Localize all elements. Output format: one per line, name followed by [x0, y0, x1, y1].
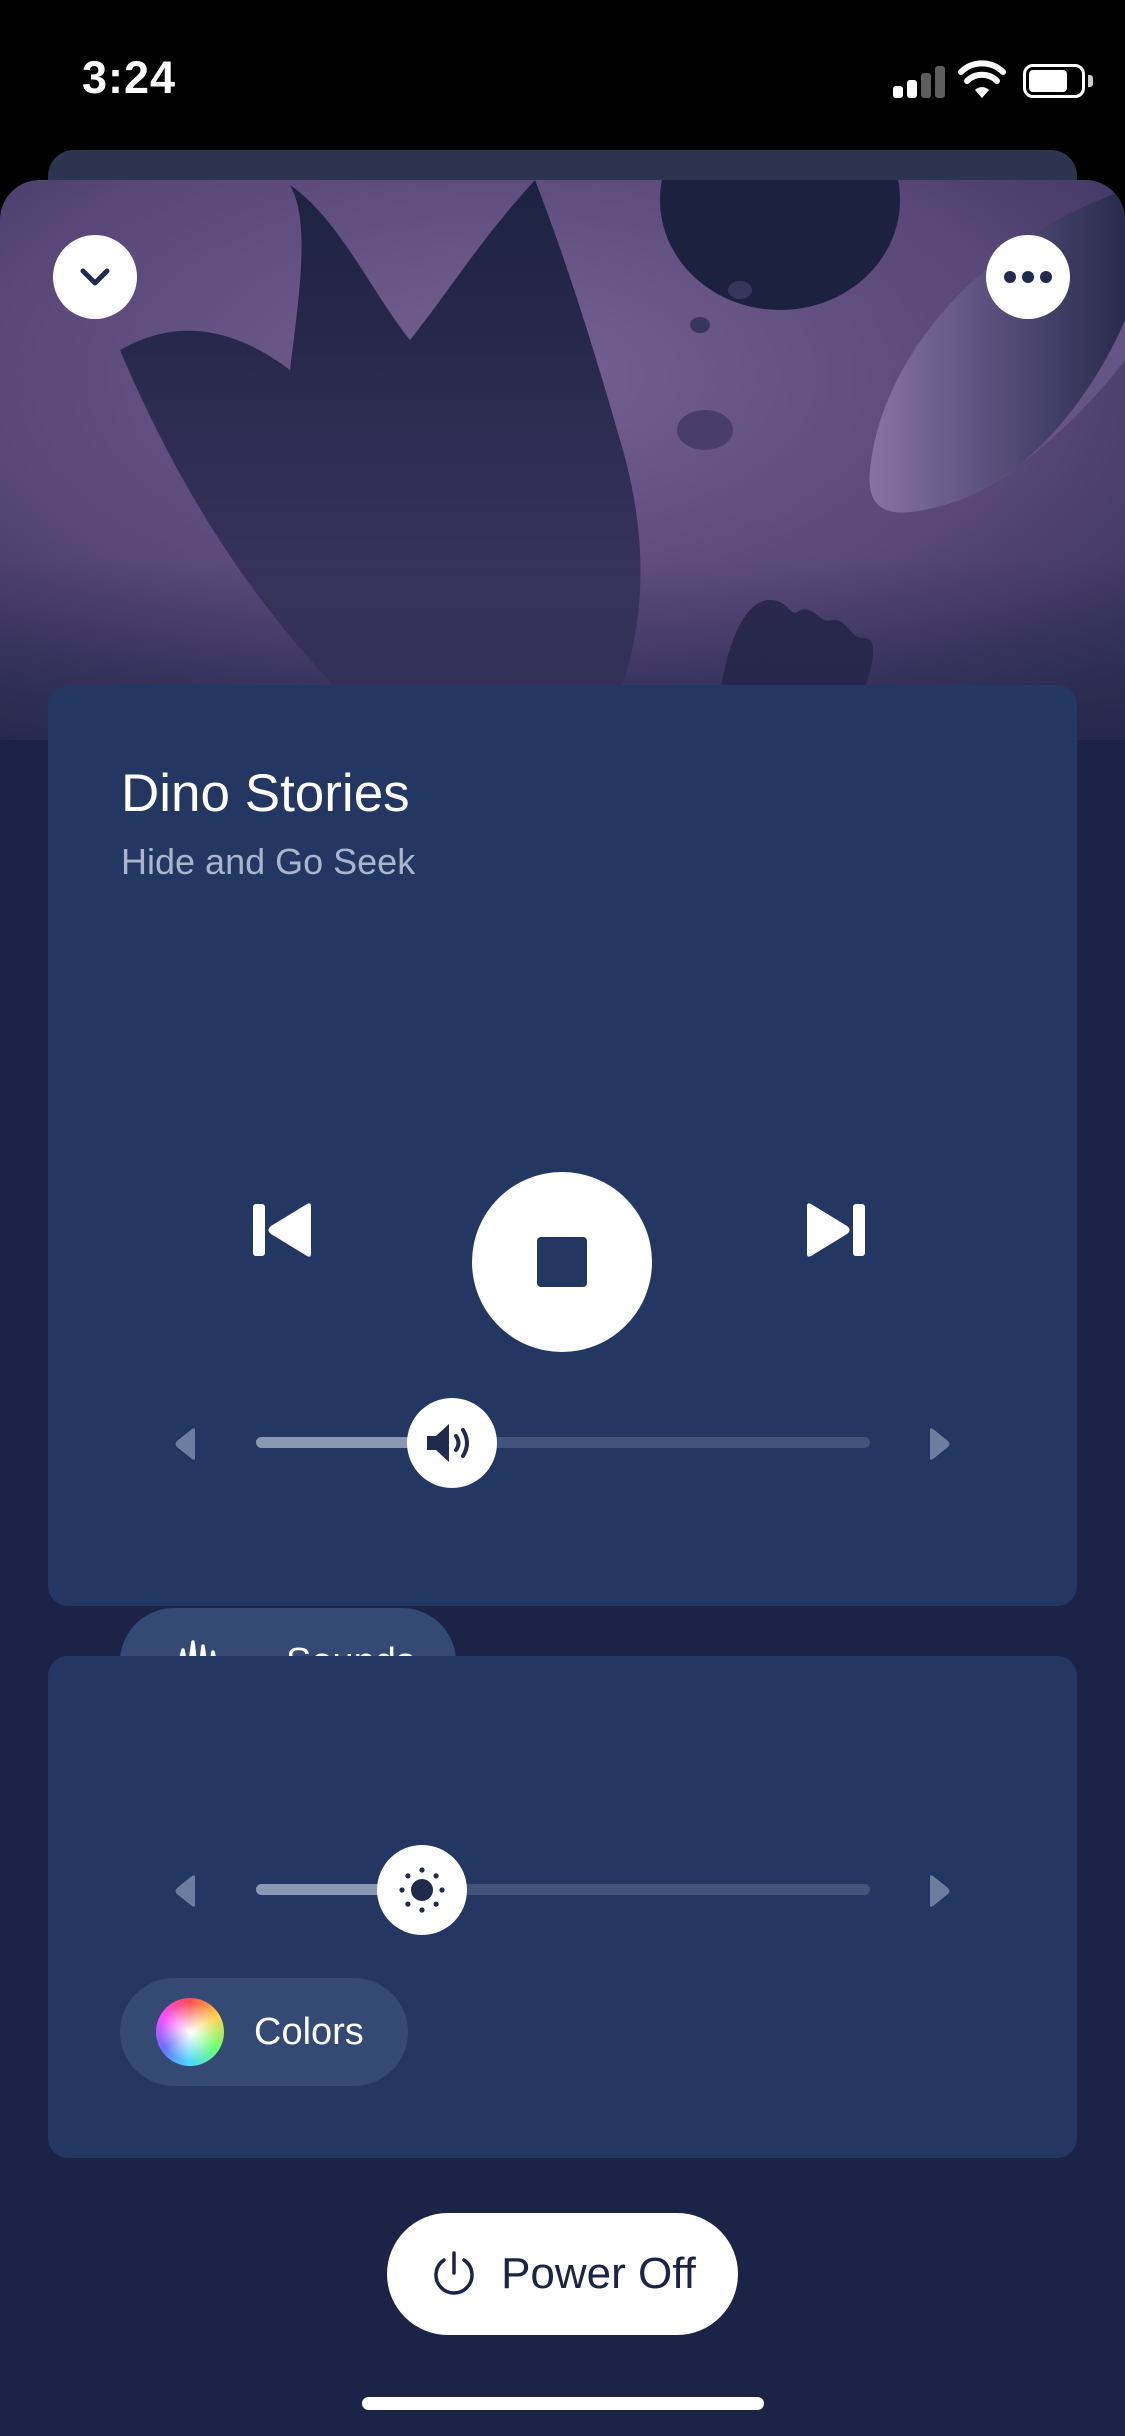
- previous-button[interactable]: [248, 1195, 318, 1265]
- color-wheel-icon: [156, 1998, 224, 2066]
- volume-thumb[interactable]: [407, 1398, 498, 1488]
- brightness-thumb[interactable]: [376, 1845, 467, 1935]
- chevron-down-icon: [80, 268, 110, 286]
- speaker-icon: [427, 1424, 470, 1462]
- status-time: 3:24: [82, 52, 177, 103]
- status-bar: 3:24: [0, 0, 1125, 150]
- device-sheet: Dino Stories Hide and Go Seek Colors: [0, 180, 1125, 2436]
- volume-track[interactable]: [256, 1437, 870, 1448]
- skip-previous-icon: [253, 1203, 311, 1257]
- colors-button[interactable]: Colors: [120, 1978, 408, 2086]
- more-options-button[interactable]: [986, 235, 1070, 319]
- cellular-signal-icon: [893, 64, 945, 98]
- power-off-button[interactable]: Power Off: [387, 2213, 738, 2335]
- stop-button[interactable]: [472, 1172, 652, 1352]
- stop-icon: [537, 1237, 587, 1287]
- volume-slider[interactable]: [48, 1393, 1077, 1493]
- power-icon: [434, 2251, 474, 2295]
- skip-next-icon: [807, 1203, 865, 1257]
- volume-up-arrow-icon[interactable]: [926, 1427, 952, 1461]
- brightness-slider[interactable]: [48, 1840, 1077, 1940]
- light-card: Colors: [48, 1656, 1077, 2158]
- colors-label: Colors: [254, 2010, 364, 2053]
- sun-icon: [399, 1867, 445, 1913]
- story-title: Dino Stories: [121, 764, 410, 823]
- next-button[interactable]: [800, 1195, 870, 1265]
- player-card: Dino Stories Hide and Go Seek: [48, 685, 1077, 1716]
- more-horizontal-icon: [1004, 271, 1052, 283]
- power-off-label: Power Off: [501, 2249, 696, 2298]
- home-indicator: [362, 2397, 764, 2410]
- volume-down-arrow-icon[interactable]: [173, 1427, 199, 1461]
- brightness-track[interactable]: [256, 1884, 870, 1895]
- brightness-down-arrow-icon[interactable]: [173, 1874, 199, 1908]
- story-subtitle: Hide and Go Seek: [121, 841, 416, 882]
- screen: 3:24 Dino Stories Hide and Go Seek Color…: [0, 0, 1125, 2436]
- wifi-icon: [958, 60, 1006, 98]
- collapse-button[interactable]: [53, 235, 137, 319]
- story-artwork: [0, 180, 1125, 880]
- brightness-up-arrow-icon[interactable]: [926, 1874, 952, 1908]
- battery-icon: [1023, 64, 1093, 98]
